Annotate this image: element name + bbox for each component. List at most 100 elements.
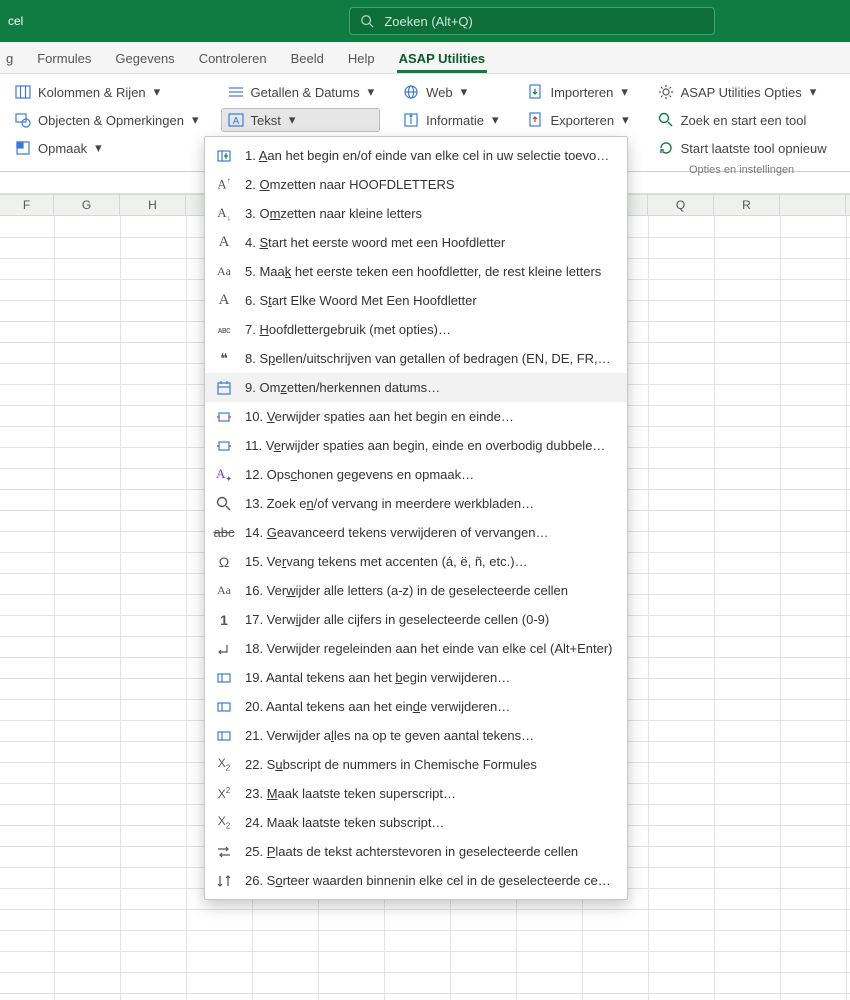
info-icon	[402, 111, 420, 129]
chevron-down-icon: ▾	[289, 112, 296, 128]
clean-icon: A✦	[215, 466, 233, 484]
zoek-start-tool-button[interactable]: Zoek en start een tool	[651, 108, 833, 132]
format-icon	[14, 139, 32, 157]
column-header[interactable]: H	[120, 195, 186, 215]
menu-item-7[interactable]: ᴀʙᴄ7. Hoofdlettergebruik (met opties)…	[205, 315, 627, 344]
menu-item-2[interactable]: A↑2. Omzetten naar HOOFDLETTERS	[205, 170, 627, 199]
menu-item-label: 17. Verwijder alle cijfers in geselectee…	[245, 612, 549, 627]
box-icon	[215, 727, 233, 745]
menu-item-label: 22. Subscript de nummers in Chemische Fo…	[245, 757, 537, 772]
sort-icon	[215, 872, 233, 890]
objecten-opmerkingen-button[interactable]: Objecten & Opmerkingen ▾	[8, 108, 205, 132]
column-header[interactable]: R	[714, 195, 780, 215]
tekst-button[interactable]: A Tekst ▾	[221, 108, 381, 132]
search-box[interactable]: Zoeken (Alt+Q)	[349, 7, 715, 35]
tab-beeld[interactable]: Beeld	[289, 45, 326, 73]
calendar-icon	[215, 379, 233, 397]
tab-gegevens[interactable]: Gegevens	[113, 45, 176, 73]
tab-g[interactable]: g	[6, 45, 15, 73]
refresh-icon	[657, 139, 675, 157]
menu-item-label: 19. Aantal tekens aan het begin verwijde…	[245, 670, 510, 685]
menu-item-25[interactable]: 25. Plaats de tekst achterstevoren in ge…	[205, 837, 627, 866]
start-laatste-tool-button[interactable]: Start laatste tool opnieuw	[651, 136, 833, 160]
menu-item-label: 10. Verwijder spaties aan het begin en e…	[245, 409, 514, 424]
menu-item-12[interactable]: A✦ 12. Opschonen gegevens en opmaak…	[205, 460, 627, 489]
menu-item-label: 18. Verwijder regeleinden aan het einde …	[245, 641, 613, 656]
menu-item-label: 16. Verwijder alle letters (a-z) in de g…	[245, 583, 568, 598]
menu-item-16[interactable]: Aa 16. Verwijder alle letters (a-z) in de…	[205, 576, 627, 605]
informatie-button[interactable]: Informatie ▾	[396, 108, 504, 132]
menu-item-20[interactable]: 20. Aantal tekens aan het einde verwijde…	[205, 692, 627, 721]
menu-item-15[interactable]: Ω 15. Vervang tekens met accenten (á, ë, …	[205, 547, 627, 576]
getallen-datums-button[interactable]: Getallen & Datums ▾	[221, 80, 381, 104]
text-icon: A	[227, 111, 245, 129]
tekst-dropdown-menu: 1. Aan het begin en/of einde van elke ce…	[204, 136, 628, 900]
tab-controleren[interactable]: Controleren	[197, 45, 269, 73]
menu-item-label: 7. Hoofdlettergebruik (met opties)…	[245, 322, 451, 337]
exporteren-button[interactable]: Exporteren ▾	[520, 108, 634, 132]
importeren-button[interactable]: Importeren ▾	[520, 80, 634, 104]
strike-icon: abc	[215, 524, 233, 542]
tab-formules[interactable]: Formules	[35, 45, 93, 73]
menu-item-5[interactable]: Aa 5. Maak het eerste teken een hoofdlett…	[205, 257, 627, 286]
menu-item-24[interactable]: X224. Maak laatste teken subscript…	[205, 808, 627, 837]
menu-item-9[interactable]: 9. Omzetten/herkennen datums…	[205, 373, 627, 402]
menu-item-26[interactable]: 26. Sorteer waarden binnenin elke cel in…	[205, 866, 627, 895]
menu-item-1[interactable]: 1. Aan het begin en/of einde van elke ce…	[205, 141, 627, 170]
menu-item-8[interactable]: ❝8. Spellen/uitschrijven van getallen of…	[205, 344, 627, 373]
column-header[interactable]: F	[0, 195, 54, 215]
A-icon: A	[215, 234, 233, 252]
chevron-down-icon: ▾	[95, 140, 102, 156]
import-icon	[526, 83, 544, 101]
column-header[interactable]: Q	[648, 195, 714, 215]
reverse-icon	[215, 843, 233, 861]
columns-rows-icon	[14, 83, 32, 101]
chevron-down-icon: ▾	[492, 112, 499, 128]
menu-item-23[interactable]: X223. Maak laatste teken superscript…	[205, 779, 627, 808]
omega-icon: Ω	[215, 553, 233, 571]
objects-comments-icon	[14, 111, 32, 129]
menu-item-label: 13. Zoek en/of vervang in meerdere werkb…	[245, 496, 534, 511]
menu-item-4[interactable]: A 4. Start het eerste woord met een Hoofd…	[205, 228, 627, 257]
one-icon: 1	[215, 611, 233, 629]
menu-item-label: 12. Opschonen gegevens en opmaak…	[245, 467, 474, 482]
menu-item-6[interactable]: A6. Start Elke Woord Met Een Hoofdletter	[205, 286, 627, 315]
menu-item-label: 9. Omzetten/herkennen datums…	[245, 380, 440, 395]
menu-item-21[interactable]: 21. Verwijder alles na op te geven aanta…	[205, 721, 627, 750]
menu-item-13[interactable]: 13. Zoek en/of vervang in meerdere werkb…	[205, 489, 627, 518]
menu-item-label: 2. Omzetten naar HOOFDLETTERS	[245, 177, 455, 192]
menu-item-22[interactable]: X222. Subscript de nummers in Chemische …	[205, 750, 627, 779]
menu-item-19[interactable]: 19. Aantal tekens aan het begin verwijde…	[205, 663, 627, 692]
web-button[interactable]: Web ▾	[396, 80, 504, 104]
tab-help[interactable]: Help	[346, 45, 377, 73]
menu-item-3[interactable]: A↓3. Omzetten naar kleine letters	[205, 199, 627, 228]
menu-item-11[interactable]: 11. Verwijder spaties aan begin, einde e…	[205, 431, 627, 460]
menu-item-label: 26. Sorteer waarden binnenin elke cel in…	[245, 873, 613, 888]
menu-item-label: 15. Vervang tekens met accenten (á, ë, ñ…	[245, 554, 528, 569]
menu-item-label: 5. Maak het eerste teken een hoofdletter…	[245, 264, 601, 279]
menu-item-10[interactable]: 10. Verwijder spaties aan het begin en e…	[205, 402, 627, 431]
ribbon-tabs: g Formules Gegevens Controleren Beeld Help ASA…	[0, 42, 850, 74]
tab-asap-utilities[interactable]: ASAP Utilities	[397, 45, 487, 73]
column-header[interactable]	[780, 195, 846, 215]
box-icon	[215, 698, 233, 716]
kolommen-rijen-button[interactable]: Kolommen & Rijen ▾	[8, 80, 205, 104]
title-bar: cel Zoeken (Alt+Q)	[0, 0, 850, 42]
title-bar-left-text: cel	[8, 14, 39, 28]
gear-icon	[657, 83, 675, 101]
menu-item-label: 11. Verwijder spaties aan begin, einde e…	[245, 438, 605, 453]
asap-opties-button[interactable]: ASAP Utilities Opties ▾	[651, 80, 833, 104]
Aa-icon: Aa	[215, 263, 233, 281]
menu-item-14[interactable]: abc14. Geavanceerd tekens verwijderen of…	[205, 518, 627, 547]
sub-icon: X2	[215, 814, 233, 832]
ribbon-group-1: Kolommen & Rijen ▾ Objecten & Opmerkinge…	[0, 74, 213, 171]
menu-item-18[interactable]: 18. Verwijder regeleinden aan het einde …	[205, 634, 627, 663]
search-icon	[215, 495, 233, 513]
Aa-icon: Aa	[215, 582, 233, 600]
opmaak-button[interactable]: Opmaak ▾	[8, 136, 205, 160]
menu-item-17[interactable]: 1 17. Verwijder alle cijfers in geselecte…	[205, 605, 627, 634]
column-header[interactable]: G	[54, 195, 120, 215]
chevron-down-icon: ▾	[461, 84, 468, 100]
menu-item-label: 4. Start het eerste woord met een Hoofdl…	[245, 235, 505, 250]
menu-item-label: 8. Spellen/uitschrijven van getallen of …	[245, 351, 613, 366]
